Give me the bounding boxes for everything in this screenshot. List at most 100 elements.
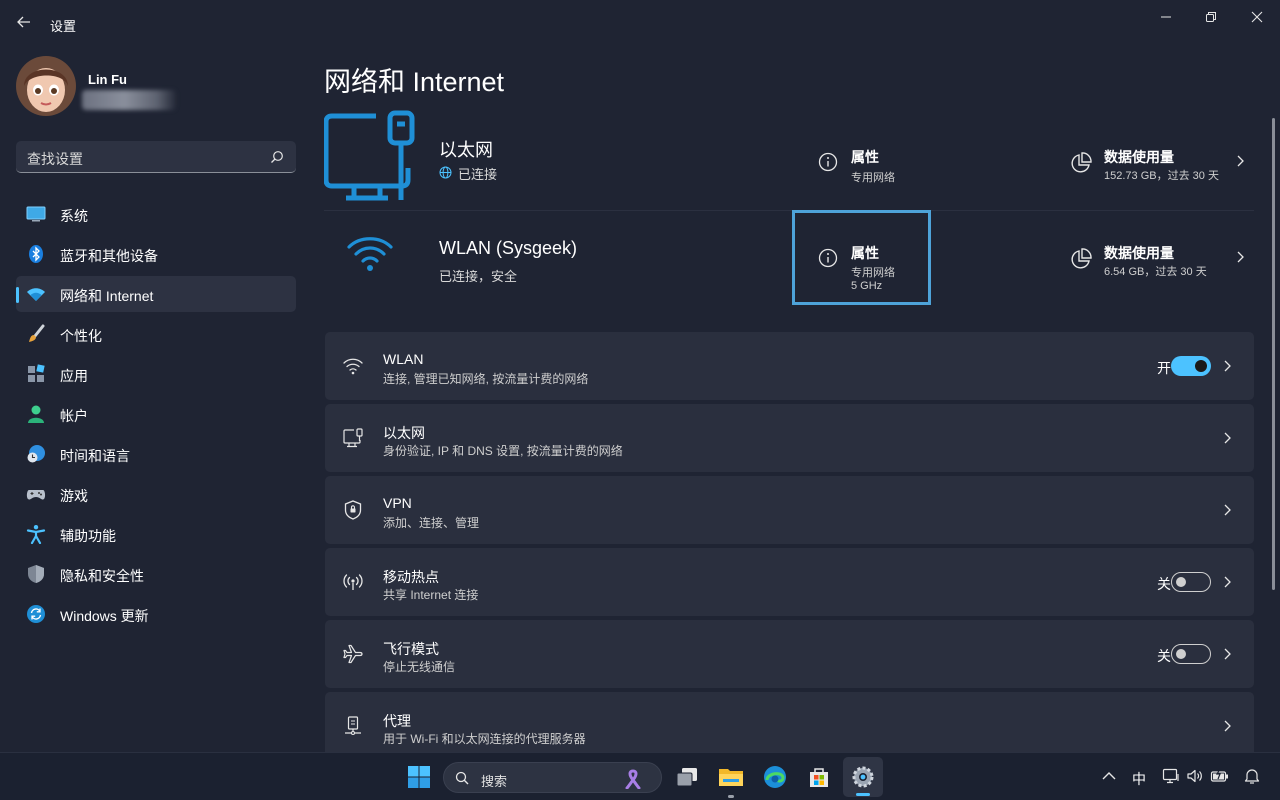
card-wlan[interactable]: WLAN 连接, 管理已知网络, 按流量计费的网络 开 — [325, 332, 1254, 400]
app-title: 设置 — [50, 19, 77, 34]
sidebar-item-network[interactable]: 网络和 Internet — [16, 276, 296, 312]
card-subtitle: 用于 Wi-Fi 和以太网连接的代理服务器 — [383, 732, 586, 746]
network-tray-icon[interactable] — [1162, 767, 1180, 785]
toggle-state-label: 关 — [1157, 576, 1171, 592]
properties-network-type: 专用网络 — [851, 172, 895, 184]
card-subtitle: 停止无线通信 — [383, 660, 456, 674]
settings-window: 设置 Lin Fu 查找设置 系统 蓝牙和其他设备 网络和 Internet 个… — [0, 0, 1280, 752]
close-button[interactable] — [1244, 8, 1270, 26]
user-name: Lin Fu — [88, 72, 127, 87]
ethernet-monitor-icon — [323, 110, 418, 207]
sidebar-item-label: 系统 — [60, 208, 88, 224]
awareness-ribbon-icon — [624, 769, 642, 790]
main-content: 网络和 Internet 以太网 已连接 属性 专用网络 数据使用量 152.7… — [323, 46, 1270, 752]
ethernet-status: 已连接 — [439, 164, 497, 183]
chevron-up-icon[interactable] — [1100, 767, 1118, 785]
sidebar-item-label: 应用 — [60, 368, 88, 384]
wlan-status: 已连接，安全 — [439, 266, 517, 285]
chevron-right-icon — [1233, 154, 1247, 168]
page-title: 网络和 Internet — [324, 67, 505, 97]
sidebar-item-accessibility[interactable]: 辅助功能 — [16, 516, 296, 552]
mobile-hotspot-toggle[interactable] — [1171, 572, 1211, 592]
sidebar-item-apps[interactable]: 应用 — [16, 356, 296, 392]
shield-icon — [26, 564, 46, 584]
content-scrollbar[interactable] — [1272, 118, 1275, 590]
network-settings-list: WLAN 连接, 管理已知网络, 按流量计费的网络 开 以太网 身份验证, IP… — [325, 332, 1254, 752]
taskbar: 搜索 中 — [0, 752, 1280, 800]
sidebar-item-personalization[interactable]: 个性化 — [16, 316, 296, 352]
chevron-right-icon — [1220, 503, 1234, 517]
sidebar-item-label: 帐户 — [60, 408, 88, 424]
card-title: 移动热点 — [383, 569, 439, 585]
sidebar-item-gaming[interactable]: 游戏 — [16, 476, 296, 512]
card-title: 代理 — [383, 713, 411, 729]
connection-overview: 以太网 已连接 属性 专用网络 数据使用量 152.73 GB，过去 30 天 … — [323, 106, 1254, 326]
toggle-knob — [1176, 649, 1186, 659]
taskbar-search-box[interactable]: 搜索 — [443, 762, 662, 793]
brush-icon — [26, 324, 46, 344]
apps-icon — [26, 364, 46, 384]
search-icon[interactable] — [270, 150, 284, 164]
chevron-right-icon — [1220, 359, 1234, 373]
data-usage-amount: 6.54 GB，过去 30 天 — [1104, 266, 1207, 278]
chevron-right-icon — [1220, 719, 1234, 733]
card-vpn[interactable]: VPN 添加、连接、管理 — [325, 476, 1254, 544]
card-title: VPN — [383, 495, 412, 511]
restore-button[interactable] — [1198, 8, 1224, 26]
properties-title: 属性 — [851, 149, 879, 165]
info-icon — [818, 152, 838, 172]
data-usage-title: 数据使用量 — [1104, 245, 1174, 261]
card-proxy[interactable]: 代理 用于 Wi-Fi 和以太网连接的代理服务器 — [325, 692, 1254, 752]
card-mobile-hotspot[interactable]: 移动热点 共享 Internet 连接 关 — [325, 548, 1254, 616]
card-airplane-mode[interactable]: 飞行模式 停止无线通信 关 — [325, 620, 1254, 688]
battery-icon[interactable] — [1210, 767, 1228, 785]
globe-clock-icon — [26, 444, 46, 464]
card-subtitle: 身份验证, IP 和 DNS 设置, 按流量计费的网络 — [383, 444, 623, 458]
card-subtitle: 共享 Internet 连接 — [383, 588, 479, 602]
sidebar-item-privacy[interactable]: 隐私和安全性 — [16, 556, 296, 592]
wlan-toggle[interactable] — [1171, 356, 1211, 376]
ethernet-name: 以太网 — [439, 140, 493, 160]
task-view-icon[interactable] — [673, 763, 701, 791]
properties-highlight-box — [792, 210, 931, 305]
wifi-icon — [26, 284, 46, 304]
file-explorer-icon[interactable] — [717, 763, 745, 791]
running-indicator — [728, 795, 734, 798]
airplane-mode-toggle[interactable] — [1171, 644, 1211, 664]
settings-taskbar-button[interactable] — [843, 757, 883, 797]
card-title: WLAN — [383, 351, 424, 367]
data-usage-title: 数据使用量 — [1104, 149, 1174, 165]
sidebar-item-accounts[interactable]: 帐户 — [16, 396, 296, 432]
ethernet-connection-row: 以太网 已连接 属性 专用网络 数据使用量 152.73 GB，过去 30 天 — [323, 106, 1254, 207]
start-icon[interactable] — [405, 763, 433, 791]
sidebar-item-system[interactable]: 系统 — [16, 196, 296, 232]
card-subtitle: 连接, 管理已知网络, 按流量计费的网络 — [383, 372, 589, 386]
sidebar-item-label: 个性化 — [60, 328, 102, 344]
minimize-button[interactable] — [1153, 8, 1179, 26]
airplane-icon — [342, 643, 364, 665]
sidebar-item-time-language[interactable]: 时间和语言 — [16, 436, 296, 472]
data-usage-chart-icon — [1070, 248, 1092, 270]
sidebar-item-label: Windows 更新 — [60, 608, 149, 624]
system-icon — [26, 204, 46, 224]
gamepad-icon — [26, 484, 46, 504]
user-avatar[interactable] — [16, 56, 76, 116]
search-placeholder: 查找设置 — [27, 151, 83, 167]
data-usage-amount: 152.73 GB，过去 30 天 — [1104, 170, 1219, 182]
store-icon[interactable] — [805, 763, 833, 791]
sidebar-item-windows-update[interactable]: Windows 更新 — [16, 596, 296, 632]
accessibility-icon — [26, 524, 46, 545]
toggle-state-label: 关 — [1157, 648, 1171, 664]
toggle-state-label: 开 — [1157, 360, 1171, 376]
back-arrow-icon[interactable] — [14, 12, 34, 32]
search-input[interactable]: 查找设置 — [16, 141, 296, 173]
wlan-signal-icon — [346, 233, 394, 278]
ethernet-status-text: 已连接 — [458, 167, 498, 182]
edge-icon[interactable] — [761, 763, 789, 791]
volume-icon[interactable] — [1186, 767, 1204, 785]
account-icon — [26, 404, 46, 424]
sidebar-item-bluetooth[interactable]: 蓝牙和其他设备 — [16, 236, 296, 272]
ime-indicator[interactable]: 中 — [1132, 769, 1146, 789]
card-ethernet[interactable]: 以太网 身份验证, IP 和 DNS 设置, 按流量计费的网络 — [325, 404, 1254, 472]
notification-bell-icon[interactable] — [1243, 767, 1261, 785]
